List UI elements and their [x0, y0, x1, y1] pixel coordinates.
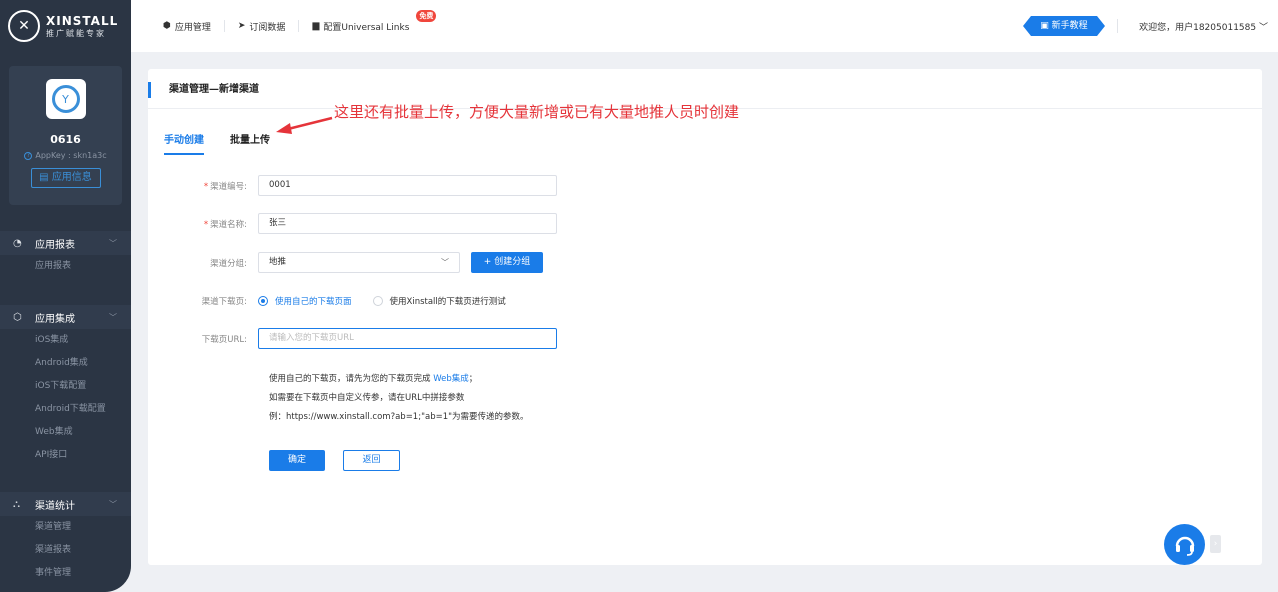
divider — [1117, 19, 1118, 33]
customer-service-button[interactable] — [1164, 524, 1205, 565]
top-nav-app-manage[interactable]: ⬢ 应用管理 — [163, 20, 225, 33]
brand-tagline: 推广赋能专家 — [46, 28, 106, 38]
nav-group-app-report: ◔ 应用报表 ﹀ 应用报表 — [0, 231, 131, 278]
sidebar-item-ios-download[interactable]: iOS下载配置 — [0, 375, 131, 398]
form-row-download-url: 下载页URL: 请输入您的下载页URL — [148, 328, 557, 349]
sidebar-item-api[interactable]: API接口 — [0, 444, 131, 467]
sidebar-item-app-report[interactable]: 应用报表 — [0, 255, 131, 278]
annotation-text: 这里还有批量上传，方便大量新增或已有大量地推人员时创建 — [334, 103, 740, 121]
app-avatar: Y — [45, 79, 86, 119]
channel-group-select[interactable]: 地推 ﹀ — [258, 252, 460, 273]
tabs: 手动创建 批量上传 — [164, 131, 296, 155]
required-mark: * — [203, 181, 209, 192]
nav-head-integration[interactable]: ⬡ 应用集成 ﹀ — [0, 305, 131, 329]
sidebar-item-event-manage[interactable]: 事件管理 — [0, 562, 131, 585]
radio-xinstall-download-page[interactable]: 使用Xinstall的下载页进行测试 — [372, 295, 506, 307]
channel-code-input[interactable]: 0001 — [258, 175, 557, 196]
page-title: 渠道管理—新增渠道 — [148, 82, 259, 98]
hint-line-3: 例：https://www.xinstall.com?ab=1;"ab=1"为需… — [269, 412, 529, 422]
sidebar-item-ios[interactable]: iOS集成 — [0, 329, 131, 352]
collapse-icon[interactable]: › — [1210, 535, 1221, 553]
sidebar-item-web[interactable]: Web集成 — [0, 421, 131, 444]
app-logo-icon: Y — [51, 85, 80, 113]
tab-manual-create[interactable]: 手动创建 — [164, 131, 204, 155]
tab-batch-upload[interactable]: 批量上传 — [230, 131, 270, 155]
download-page-label: 渠道下载页: — [201, 297, 247, 307]
web-integration-link[interactable]: Web集成 — [433, 374, 469, 384]
radio-dot — [372, 296, 383, 306]
form-row-channel-name: * 渠道名称: 张三 — [148, 213, 557, 234]
chevron-down-icon: ﹀ — [109, 499, 117, 509]
form-row-channel-group: 渠道分组: 地推 ﹀ + 创建分组 — [148, 252, 543, 273]
sidebar: ✕ XINSTALL 推广赋能专家 Y 0616 ? AppKey : skn1a… — [0, 0, 131, 592]
nav-group-integration: ⬡ 应用集成 ﹀ iOS集成 Android集成 iOS下载配置 Android… — [0, 305, 131, 467]
form-row-channel-code: * 渠道编号: 0001 — [148, 175, 557, 196]
tutorial-button[interactable]: ▣ 新手教程 — [1023, 16, 1105, 36]
channel-icon: ⛬ — [13, 498, 20, 510]
sidebar-item-channel-manage[interactable]: 渠道管理 — [0, 516, 131, 539]
send-icon: ➤ — [237, 21, 246, 31]
sidebar-item-channel-report[interactable]: 渠道报表 — [0, 539, 131, 562]
radio-own-download-page[interactable]: 使用自己的下载页面 — [258, 295, 352, 307]
nav-head-channel[interactable]: ⛬ 渠道统计 ﹀ — [0, 492, 131, 516]
confirm-button[interactable]: 确定 — [269, 450, 325, 471]
channel-name-label: 渠道名称: — [210, 219, 247, 230]
channel-name-input[interactable]: 张三 — [258, 213, 557, 234]
hint-line-1: 使用自己的下载页，请先为您的下载页完成 Web集成； — [269, 374, 478, 384]
main-card: 渠道管理—新增渠道 这里还有批量上传，方便大量新增或已有大量地推人员时创建 手动… — [148, 69, 1262, 565]
download-url-label: 下载页URL: — [201, 334, 247, 345]
radio-dot — [258, 296, 268, 306]
hint-line-2: 如需要在下载页中自定义传参，请在URL中拼接参数 — [269, 393, 465, 403]
help-icon[interactable]: ? — [24, 151, 33, 160]
top-nav-subscription[interactable]: ➤ 订阅数据 — [225, 20, 300, 33]
chevron-down-icon: ﹀ — [109, 312, 117, 322]
app-key: ? AppKey : skn1a3c — [9, 151, 122, 160]
user-menu[interactable]: 欢迎您，用户18205011585 ﹀ — [1139, 20, 1268, 33]
chart-icon: ◔ — [13, 237, 22, 249]
download-url-input[interactable]: 请输入您的下载页URL — [258, 328, 557, 349]
top-nav-universal-links[interactable]: ▆ 配置Universal Links 免费 — [299, 10, 437, 33]
app-name: 0616 — [50, 133, 81, 146]
form-row-download-page: 渠道下载页: 使用自己的下载页面 使用Xinstall的下载页进行测试 — [148, 295, 527, 307]
required-mark: * — [203, 219, 209, 230]
top-bar: ⬢ 应用管理 ➤ 订阅数据 ▆ 配置Universal Links 免费 ▣ 新… — [131, 0, 1278, 52]
create-group-button[interactable]: + 创建分组 — [471, 252, 543, 273]
cube-icon: ⬢ — [163, 21, 171, 31]
chevron-down-icon: ﹀ — [1258, 23, 1268, 33]
nav-head-app-report[interactable]: ◔ 应用报表 ﹀ — [0, 231, 131, 255]
brand-logo[interactable]: ✕ XINSTALL 推广赋能专家 — [0, 0, 131, 52]
sidebar-item-android-download[interactable]: Android下载配置 — [0, 398, 131, 421]
app-info-button[interactable]: ▤ 应用信息 — [30, 168, 101, 188]
headset-icon — [1175, 536, 1194, 556]
sidebar-item-android[interactable]: Android集成 — [0, 352, 131, 375]
integrate-icon: ⬡ — [13, 311, 22, 323]
nav-group-channel: ⛬ 渠道统计 ﹀ 渠道管理 渠道报表 事件管理 — [0, 492, 131, 585]
chevron-down-icon: ﹀ — [441, 258, 449, 267]
chevron-down-icon: ﹀ — [109, 238, 117, 248]
top-nav: ⬢ 应用管理 ➤ 订阅数据 ▆ 配置Universal Links 免费 — [163, 10, 437, 33]
app-card: Y 0616 ? AppKey : skn1a3c ▤ 应用信息 — [9, 66, 122, 205]
xinstall-logo-icon: ✕ — [8, 10, 40, 42]
briefcase-icon: ▆ — [312, 21, 320, 31]
back-button[interactable]: 返回 — [343, 450, 400, 471]
channel-group-label: 渠道分组: — [210, 258, 247, 269]
channel-code-label: 渠道编号: — [210, 181, 247, 192]
free-badge: 免费 — [416, 10, 437, 22]
brand-name: XINSTALL — [46, 13, 119, 28]
